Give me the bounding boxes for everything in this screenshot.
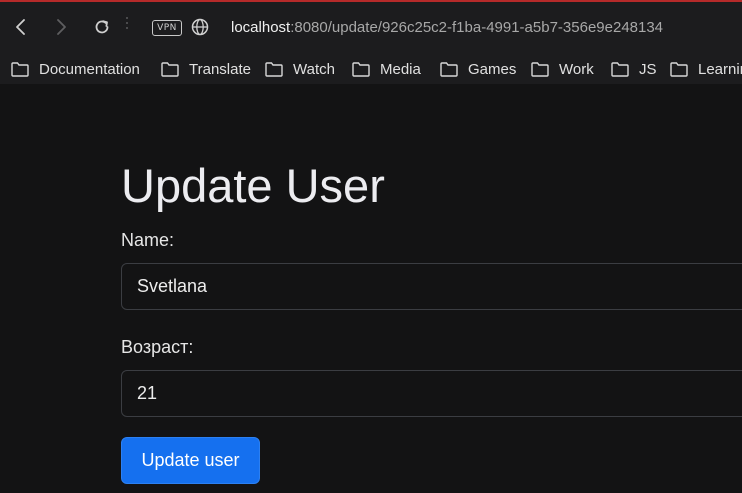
- browser-toolbar: VPN localhost:8080/update/926c25c2-f1ba-…: [0, 2, 742, 54]
- back-button[interactable]: [8, 14, 34, 40]
- page-title: Update User: [121, 159, 385, 212]
- reload-icon: [95, 20, 109, 34]
- bookmark-folder-games[interactable]: Games: [440, 57, 516, 81]
- bookmark-folder-translate[interactable]: Translate: [161, 57, 251, 81]
- bookmark-folder-work[interactable]: Work: [531, 57, 594, 81]
- bookmarks-bar: Documentation Translate Watch Media Game…: [0, 54, 742, 84]
- chevron-left-icon: [16, 19, 25, 35]
- forward-button[interactable]: [48, 14, 74, 40]
- name-input[interactable]: [121, 263, 742, 310]
- folder-icon: [352, 61, 370, 77]
- folder-icon: [611, 61, 629, 77]
- folder-icon: [11, 61, 29, 77]
- bookmark-label: Translate: [189, 60, 251, 78]
- bookmark-label: Work: [559, 60, 594, 78]
- url-host: localhost: [231, 19, 291, 36]
- reload-button[interactable]: [89, 14, 115, 40]
- address-bar[interactable]: localhost:8080/update/926c25c2-f1ba-4991…: [231, 17, 663, 39]
- bookmark-folder-js[interactable]: JS: [611, 57, 657, 81]
- folder-icon: [161, 61, 179, 77]
- update-user-button[interactable]: Update user: [121, 437, 260, 484]
- folder-icon: [440, 61, 458, 77]
- folder-icon: [670, 61, 688, 77]
- bookmark-folder-documentation[interactable]: Documentation: [11, 57, 140, 81]
- bookmark-folder-learning[interactable]: Learnin: [670, 57, 742, 81]
- name-label: Name:: [121, 230, 175, 250]
- folder-icon: [531, 61, 549, 77]
- toolbar-separator: [125, 17, 129, 33]
- bookmark-label: JS: [639, 60, 657, 78]
- bookmark-label: Games: [468, 60, 517, 78]
- page-content: Update User Name: Возраст: Update user: [0, 84, 742, 493]
- bookmark-folder-watch[interactable]: Watch: [265, 57, 335, 81]
- globe-icon[interactable]: [191, 18, 209, 36]
- chevron-right-icon: [57, 19, 66, 35]
- folder-icon: [265, 61, 283, 77]
- bookmark-label: Learnin: [698, 60, 742, 78]
- vpn-badge[interactable]: VPN: [152, 20, 182, 36]
- age-label: Возраст:: [121, 337, 194, 357]
- bookmark-label: Documentation: [39, 60, 140, 78]
- url-path: :8080/update/926c25c2-f1ba-4991-a5b7-356…: [290, 19, 664, 36]
- age-input[interactable]: [121, 370, 742, 417]
- bookmark-folder-media[interactable]: Media: [352, 57, 421, 81]
- bookmark-label: Media: [380, 60, 421, 78]
- bookmark-label: Watch: [293, 60, 335, 78]
